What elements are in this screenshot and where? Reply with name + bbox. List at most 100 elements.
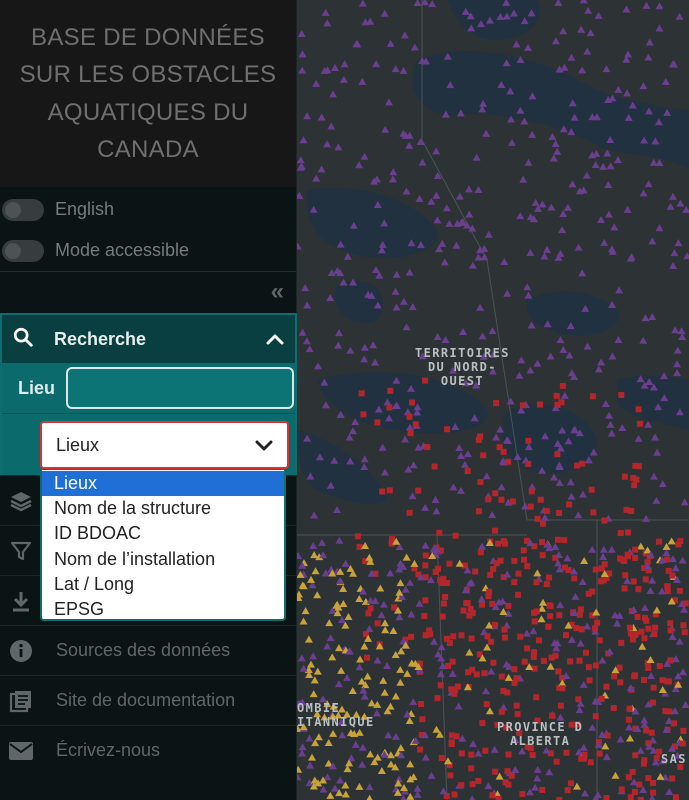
obstacle-marker: [584, 456, 593, 464]
obstacle-marker: [673, 369, 682, 377]
obstacle-marker: [360, 152, 369, 160]
obstacle-marker: [349, 278, 358, 286]
obstacle-marker: [377, 611, 386, 619]
obstacle-marker: [415, 599, 424, 607]
obstacle-marker: [468, 635, 475, 642]
search-type-option[interactable]: Lieux: [42, 471, 284, 497]
obstacle-marker: [335, 329, 344, 337]
obstacle-marker: [536, 637, 543, 644]
obstacle-marker: [405, 423, 414, 431]
obstacle-marker: [563, 554, 572, 562]
obstacle-marker: [495, 795, 502, 800]
obstacle-marker: [334, 143, 343, 151]
obstacle-marker: [421, 503, 430, 511]
obstacle-marker: [298, 328, 307, 336]
obstacle-marker: [565, 567, 572, 574]
obstacle-marker: [641, 314, 650, 322]
menu-item-documentation[interactable]: Site de documentation: [0, 675, 297, 725]
obstacle-marker: [347, 754, 356, 762]
obstacle-marker: [540, 658, 547, 665]
obstacle-marker: [354, 533, 361, 540]
map-label-nwt: TERRITOIRES DU NORD- OUEST: [415, 346, 510, 388]
obstacle-marker: [645, 38, 654, 46]
obstacle-marker: [548, 132, 557, 140]
obstacle-marker: [492, 768, 499, 775]
obstacle-marker: [329, 90, 338, 98]
obstacle-marker: [526, 366, 535, 374]
obstacle-marker: [540, 252, 549, 260]
accessible-mode-toggle-row[interactable]: Mode accessible: [0, 230, 296, 271]
accessible-mode-toggle[interactable]: [2, 239, 44, 262]
obstacle-marker: [484, 633, 491, 640]
obstacle-marker: [463, 600, 470, 607]
obstacle-marker: [576, 639, 585, 647]
obstacle-marker: [533, 694, 540, 701]
obstacle-marker: [537, 615, 546, 623]
obstacle-marker: [479, 720, 486, 727]
obstacle-marker: [433, 216, 442, 224]
collapse-sidebar-button[interactable]: «: [0, 271, 296, 312]
search-type-option[interactable]: Nom de la structure: [42, 496, 284, 521]
obstacle-marker: [546, 662, 555, 670]
obstacle-marker: [323, 642, 332, 650]
obstacle-marker: [524, 291, 533, 299]
obstacle-marker: [460, 460, 469, 468]
obstacle-marker: [465, 210, 474, 218]
obstacle-marker: [618, 639, 625, 646]
search-panel-header[interactable]: Recherche: [2, 315, 295, 363]
obstacle-marker: [306, 660, 315, 668]
map-label-ab: PROVINCE D ALBERTA: [497, 720, 584, 748]
obstacle-marker: [380, 688, 389, 696]
obstacle-marker: [576, 657, 583, 664]
obstacle-marker: [671, 720, 678, 727]
obstacle-marker: [464, 185, 473, 193]
obstacle-marker: [493, 400, 500, 407]
obstacle-marker: [349, 221, 358, 229]
chevron-up-icon[interactable]: [255, 333, 295, 345]
obstacle-marker: [492, 527, 499, 534]
obstacle-marker: [652, 606, 661, 614]
obstacle-marker: [505, 458, 512, 465]
obstacle-marker: [383, 661, 392, 669]
obstacle-marker: [604, 180, 613, 188]
search-type-option[interactable]: ID BDOAC: [42, 521, 284, 546]
obstacle-marker: [625, 774, 632, 781]
obstacle-marker: [596, 637, 603, 644]
obstacle-marker: [559, 346, 568, 354]
obstacle-marker: [520, 117, 529, 125]
obstacle-marker: [468, 765, 475, 772]
lieu-input[interactable]: [66, 367, 294, 409]
obstacle-marker: [541, 432, 550, 440]
download-icon: [8, 588, 34, 614]
obstacle-marker: [597, 358, 606, 366]
obstacle-marker: [427, 197, 436, 205]
obstacle-marker: [464, 468, 471, 475]
obstacle-marker: [484, 782, 493, 790]
obstacle-marker: [578, 269, 587, 277]
obstacle-marker: [599, 545, 608, 553]
obstacle-marker: [524, 443, 533, 451]
obstacle-marker: [636, 420, 643, 427]
search-type-select[interactable]: Lieux: [40, 421, 289, 469]
map-view[interactable]: TERRITOIRES DU NORD- OUEST OMBIE ITANNIQ…: [297, 0, 689, 800]
obstacle-marker: [493, 560, 500, 567]
menu-item-data-sources[interactable]: Sources des données: [0, 625, 297, 675]
obstacle-marker: [327, 122, 336, 130]
search-type-option[interactable]: Nom de l’installation: [42, 547, 284, 572]
obstacle-marker: [614, 156, 623, 164]
search-type-option[interactable]: EPSG: [42, 597, 284, 622]
obstacle-marker: [432, 147, 441, 155]
obstacle-marker: [391, 287, 400, 295]
menu-item-contact[interactable]: Écrivez-nous: [0, 725, 297, 775]
obstacle-marker: [474, 749, 483, 757]
obstacle-marker: [314, 362, 323, 370]
double-chevron-left-icon[interactable]: «: [271, 278, 284, 306]
obstacle-marker: [592, 713, 599, 720]
search-type-option[interactable]: Lat / Long: [42, 572, 284, 597]
obstacle-marker: [303, 301, 312, 309]
obstacle-marker: [438, 239, 447, 247]
obstacle-marker: [675, 637, 684, 645]
obstacle-marker: [472, 153, 481, 161]
language-toggle-row[interactable]: English: [0, 189, 296, 230]
language-toggle[interactable]: [2, 198, 44, 221]
